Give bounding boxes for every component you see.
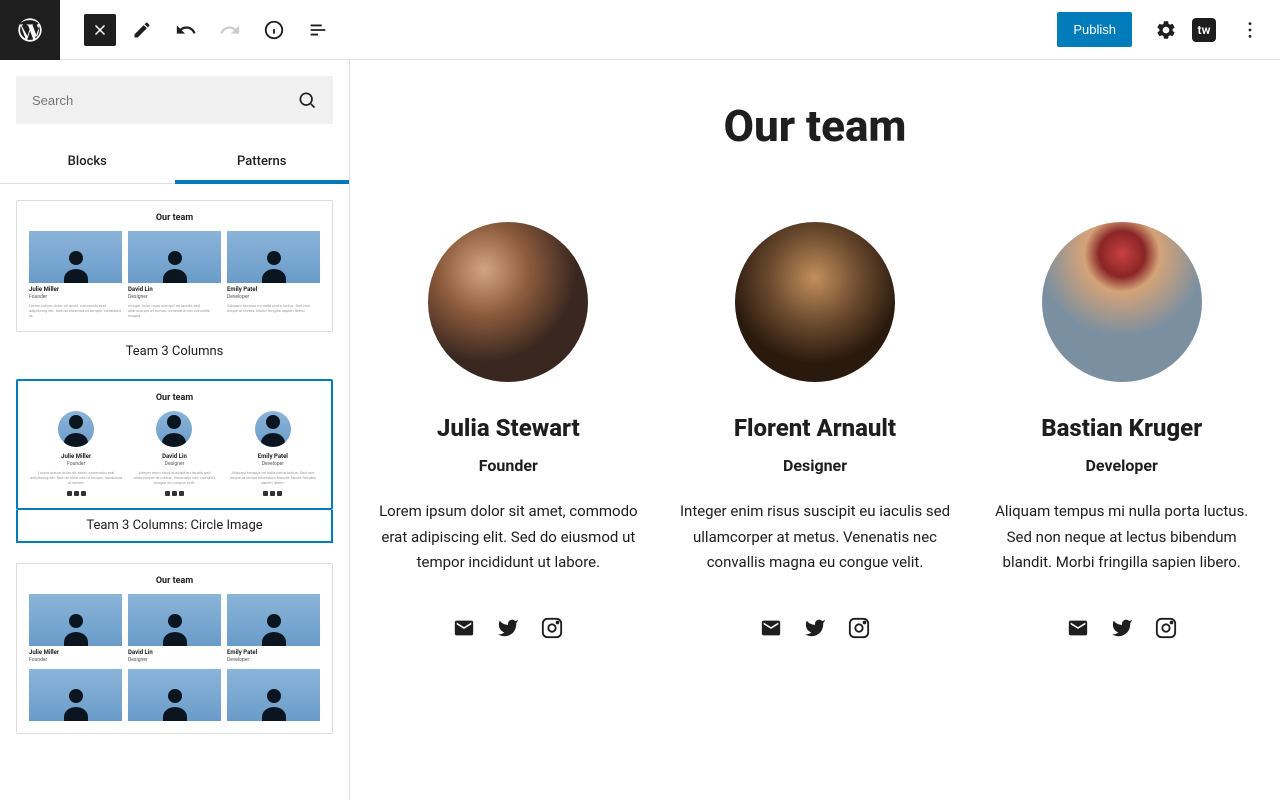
search-box[interactable] bbox=[16, 76, 333, 124]
avatar[interactable] bbox=[1042, 222, 1202, 382]
pattern-label: Team 3 Columns bbox=[16, 344, 333, 359]
avatar[interactable] bbox=[735, 222, 895, 382]
list-view-button[interactable] bbox=[300, 12, 336, 48]
instagram-icon[interactable] bbox=[1154, 616, 1178, 640]
topbar-left bbox=[0, 0, 336, 59]
twitter-icon[interactable] bbox=[803, 616, 827, 640]
social-links bbox=[370, 616, 647, 640]
social-links bbox=[983, 616, 1260, 640]
search-wrap bbox=[0, 60, 349, 140]
member-name[interactable]: Bastian Kruger bbox=[983, 414, 1260, 442]
member-role[interactable]: Designer bbox=[677, 456, 954, 475]
pv-title: Our team bbox=[30, 393, 319, 403]
twitter-icon[interactable] bbox=[1110, 616, 1134, 640]
twitter-icon[interactable] bbox=[496, 616, 520, 640]
tab-patterns[interactable]: Patterns bbox=[175, 140, 350, 183]
pv-title: Our team bbox=[29, 576, 320, 586]
member-bio[interactable]: Lorem ipsum dolor sit amet, commodo erat… bbox=[370, 499, 647, 576]
team-member[interactable]: Bastian Kruger Developer Aliquam tempus … bbox=[983, 222, 1260, 640]
settings-button[interactable] bbox=[1148, 12, 1184, 48]
mail-icon[interactable] bbox=[759, 616, 783, 640]
pattern-team-3-columns-circle[interactable]: Our team Julie MillerFounderLorem ipsum … bbox=[16, 379, 333, 544]
inserter-tabs: Blocks Patterns bbox=[0, 140, 349, 184]
inserter-sidebar: Blocks Patterns Our team Julie MillerFou… bbox=[0, 60, 350, 800]
edit-tool-button[interactable] bbox=[124, 12, 160, 48]
close-inserter-button[interactable] bbox=[84, 14, 116, 46]
team-member[interactable]: Julia Stewart Founder Lorem ipsum dolor … bbox=[370, 222, 647, 640]
social-links bbox=[677, 616, 954, 640]
member-name[interactable]: Florent Arnault bbox=[677, 414, 954, 442]
redo-button bbox=[212, 12, 248, 48]
pattern-label: Team 3 Columns: Circle Image bbox=[16, 510, 333, 543]
search-input[interactable] bbox=[32, 93, 297, 108]
member-role[interactable]: Developer bbox=[983, 456, 1260, 475]
mail-icon[interactable] bbox=[452, 616, 476, 640]
info-button[interactable] bbox=[256, 12, 292, 48]
team-grid: Julia Stewart Founder Lorem ipsum dolor … bbox=[370, 222, 1260, 640]
member-bio[interactable]: Aliquam tempus mi nulla porta luctus. Se… bbox=[983, 499, 1260, 576]
instagram-icon[interactable] bbox=[847, 616, 871, 640]
undo-button[interactable] bbox=[168, 12, 204, 48]
avatar[interactable] bbox=[428, 222, 588, 382]
tab-blocks[interactable]: Blocks bbox=[0, 140, 175, 183]
editor-topbar: Publish tw bbox=[0, 0, 1280, 60]
more-options-button[interactable] bbox=[1232, 12, 1268, 48]
publish-button[interactable]: Publish bbox=[1057, 12, 1132, 47]
search-icon bbox=[297, 90, 317, 110]
wordpress-logo[interactable] bbox=[0, 0, 60, 60]
pattern-team-3-columns[interactable]: Our team Julie MillerFounderLorem ipsum … bbox=[16, 200, 333, 359]
member-name[interactable]: Julia Stewart bbox=[370, 414, 647, 442]
page-title[interactable]: Our team bbox=[370, 100, 1260, 152]
editor-body: Blocks Patterns Our team Julie MillerFou… bbox=[0, 60, 1280, 800]
pv-title: Our team bbox=[29, 213, 320, 223]
instagram-icon[interactable] bbox=[540, 616, 564, 640]
patterns-list[interactable]: Our team Julie MillerFounderLorem ipsum … bbox=[0, 184, 349, 800]
topbar-right: Publish tw bbox=[1057, 12, 1280, 48]
mail-icon[interactable] bbox=[1066, 616, 1090, 640]
theme-badge[interactable]: tw bbox=[1192, 18, 1216, 42]
member-role[interactable]: Founder bbox=[370, 456, 647, 475]
pattern-team-6-columns[interactable]: Our team Julie MillerFounder David LinDe… bbox=[16, 563, 333, 734]
member-bio[interactable]: Integer enim risus suscipit eu iaculis s… bbox=[677, 499, 954, 576]
team-member[interactable]: Florent Arnault Designer Integer enim ri… bbox=[677, 222, 954, 640]
editor-canvas[interactable]: Our team Julia Stewart Founder Lorem ips… bbox=[350, 60, 1280, 800]
